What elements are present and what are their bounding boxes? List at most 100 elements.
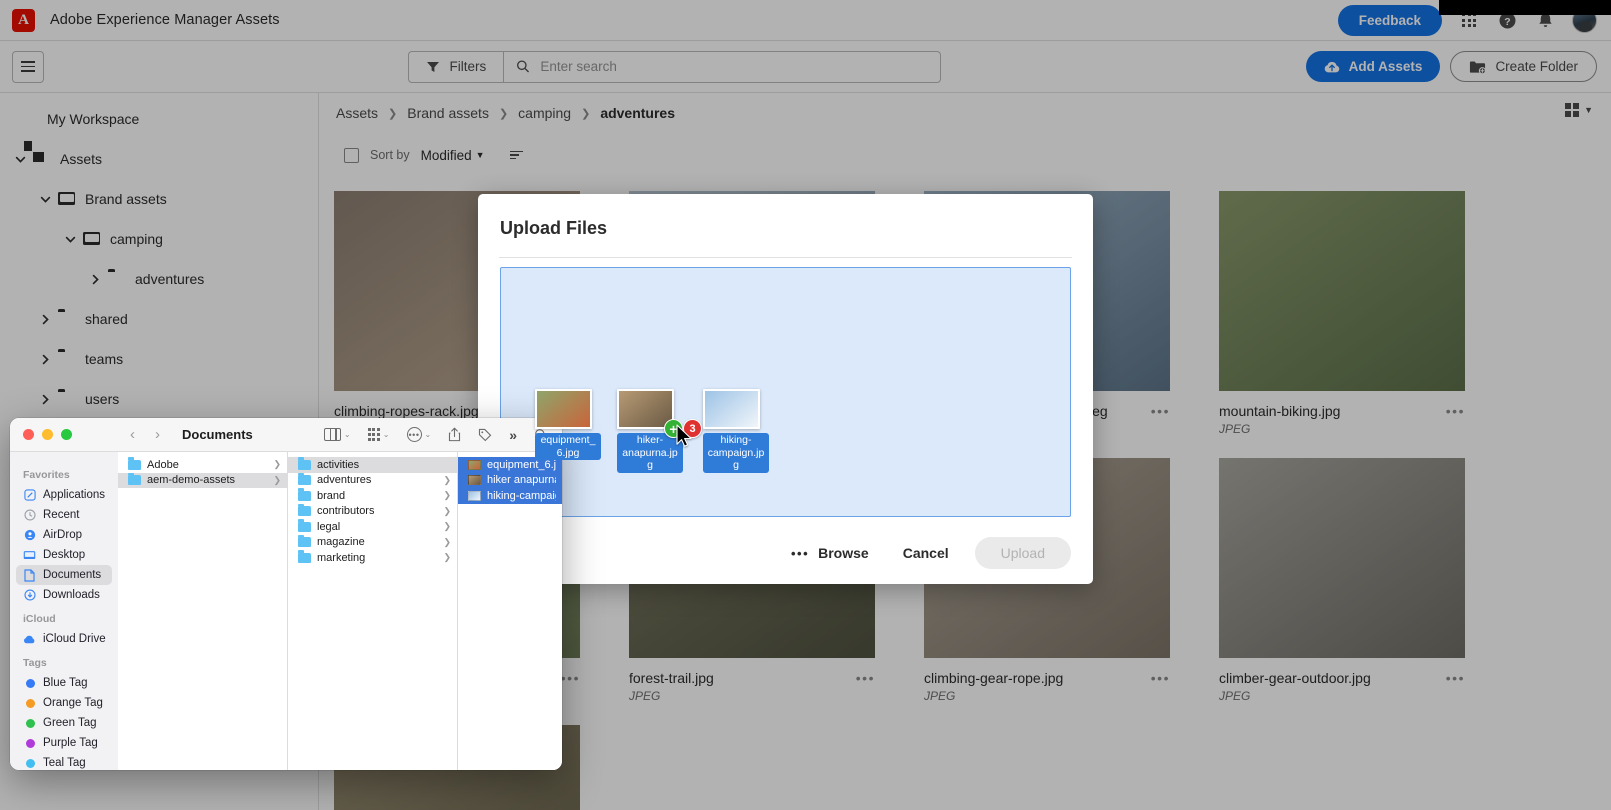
minimize-button[interactable]: [42, 429, 53, 440]
tag-dot-icon: [23, 697, 36, 710]
finder-row[interactable]: magazine ❯: [288, 534, 457, 551]
finder-row-name: marketing: [317, 551, 366, 564]
finder-row[interactable]: hiker anapurna.jpg: [458, 472, 562, 488]
folder-icon: [298, 472, 311, 486]
traffic-lights: [23, 429, 72, 440]
finder-row-name: Adobe: [147, 458, 179, 471]
finder-sidebar-item-teal-tag[interactable]: Teal Tag: [10, 753, 118, 770]
tag-icon[interactable]: [478, 428, 492, 442]
finder-column-3: equipment_6.jpghiker anapurna.jpg hiking-…: [458, 452, 562, 770]
finder-window: ‹ › Documents ⌄ ⌄ ••• ⌄ » Favorites Appl…: [10, 418, 562, 770]
folder-icon: [128, 457, 141, 470]
finder-sidebar-label: Downloads: [43, 589, 100, 601]
finder-sidebar-header: Favorites: [23, 469, 70, 481]
chevron-right-icon: ❯: [273, 474, 281, 485]
finder-sidebar-label: Documents: [43, 569, 102, 581]
finder-row[interactable]: brand ❯: [288, 488, 457, 504]
finder-sidebar-item-purple-tag[interactable]: Purple Tag: [10, 733, 118, 753]
finder-sidebar-item-orange-tag[interactable]: Orange Tag: [10, 693, 118, 713]
tag-dot-icon: [23, 717, 36, 730]
finder-sidebar-label: Teal Tag: [43, 757, 86, 769]
applications-icon: [23, 489, 36, 502]
folder-icon: [298, 503, 311, 517]
chevron-right-icon: ❯: [443, 521, 451, 532]
cancel-button[interactable]: Cancel: [885, 537, 967, 569]
share-icon[interactable]: [448, 427, 461, 442]
chevron-right-icon[interactable]: ›: [155, 426, 160, 443]
finder-sidebar: Favorites Applications Recent AirDrop Deskto…: [10, 452, 118, 770]
finder-sidebar-label: iCloud Drive: [43, 633, 106, 645]
finder-sidebar-item-icloud-drive[interactable]: iCloud Drive: [10, 629, 118, 649]
chevron-right-icon: ❯: [443, 552, 451, 563]
finder-row[interactable]: aem-demo-assets ❯: [118, 472, 287, 488]
tag-dot-icon: [23, 737, 36, 750]
finder-sidebar-header: Tags: [23, 657, 47, 669]
finder-row-name: magazine: [317, 536, 365, 549]
finder-sidebar-label: Green Tag: [43, 717, 97, 729]
finder-window-title: Documents: [182, 427, 253, 442]
finder-sidebar-label: Recent: [43, 509, 80, 521]
finder-sidebar-item-documents[interactable]: Documents: [16, 565, 112, 585]
dialog-divider: [499, 257, 1072, 258]
clock-icon: [23, 509, 36, 522]
folder-icon: [298, 488, 311, 501]
finder-row[interactable]: legal ❯: [288, 519, 457, 535]
browse-button[interactable]: ••• Browse: [775, 537, 885, 569]
finder-sidebar-label: Desktop: [43, 549, 86, 561]
finder-sidebar-item-blue-tag[interactable]: Blue Tag: [10, 673, 118, 693]
finder-sidebar-item-desktop[interactable]: Desktop: [10, 545, 118, 565]
downloads-icon: [23, 589, 36, 602]
finder-row[interactable]: marketing ❯: [288, 550, 457, 566]
dialog-footer: ••• Browse Cancel Upload: [478, 522, 1093, 584]
finder-row[interactable]: contributors ❯: [288, 503, 457, 520]
column-view-icon[interactable]: ⌄: [323, 428, 351, 441]
finder-row[interactable]: activities: [288, 457, 457, 473]
chevron-right-icon: ❯: [443, 536, 451, 547]
group-by-icon[interactable]: ⌄: [367, 428, 390, 441]
icloud-icon: [23, 633, 36, 646]
finder-column-1: Adobe ❯ aem-demo-assets ❯: [118, 452, 288, 770]
upload-button[interactable]: Upload: [974, 537, 1071, 569]
folder-icon: [298, 519, 311, 532]
folder-icon: [128, 472, 141, 486]
finder-toolbar: ⌄ ⌄ ••• ⌄ »: [323, 427, 562, 443]
close-button[interactable]: [23, 429, 34, 440]
folder-icon: [298, 457, 311, 470]
airdrop-icon: [23, 529, 36, 542]
finder-row-name: activities: [317, 458, 360, 471]
file-dropzone[interactable]: [500, 267, 1071, 517]
finder-row[interactable]: adventures ❯: [288, 472, 457, 489]
finder-sidebar-item-recent[interactable]: Recent: [10, 505, 118, 525]
ellipsis-icon: •••: [790, 545, 810, 561]
finder-nav: ‹ ›: [130, 426, 160, 443]
finder-sidebar-item-airdrop[interactable]: AirDrop: [10, 525, 118, 545]
finder-body: Favorites Applications Recent AirDrop Deskto…: [10, 452, 562, 770]
search-icon[interactable]: [534, 428, 548, 442]
chevron-left-icon[interactable]: ‹: [130, 426, 135, 443]
finder-sidebar-item-applications[interactable]: Applications: [10, 485, 118, 505]
finder-sidebar-item-downloads[interactable]: Downloads: [10, 585, 118, 605]
finder-sidebar-label: Blue Tag: [43, 677, 88, 689]
finder-row-name: hiker anapurna.jpg: [487, 474, 556, 487]
finder-row-name: legal: [317, 520, 341, 533]
finder-row-name: contributors: [317, 505, 375, 518]
chevron-right-icon: ❯: [443, 505, 451, 516]
tag-dot-icon: [23, 757, 36, 770]
image-thumbnail-icon: [468, 475, 481, 486]
chevron-right-icon: ❯: [273, 459, 281, 470]
finder-row[interactable]: hiking-campaign...: [458, 488, 562, 504]
finder-row-name: equipment_6.jpg: [487, 458, 556, 471]
finder-row[interactable]: equipment_6.jpg: [458, 457, 562, 473]
finder-sidebar-label: Applications: [43, 489, 106, 501]
finder-sidebar-header: iCloud: [23, 613, 56, 625]
finder-sidebar-label: Purple Tag: [43, 737, 98, 749]
chevron-double-right-icon[interactable]: »: [509, 427, 517, 443]
finder-row-name: adventures: [317, 474, 372, 487]
desktop-icon: [23, 549, 36, 562]
finder-sidebar-label: Orange Tag: [43, 697, 103, 709]
finder-sidebar-item-green-tag[interactable]: Green Tag: [10, 713, 118, 733]
more-actions-icon[interactable]: ••• ⌄: [406, 427, 431, 442]
folder-icon: [298, 550, 311, 563]
zoom-button[interactable]: [61, 429, 72, 440]
finder-row[interactable]: Adobe ❯: [118, 457, 287, 473]
